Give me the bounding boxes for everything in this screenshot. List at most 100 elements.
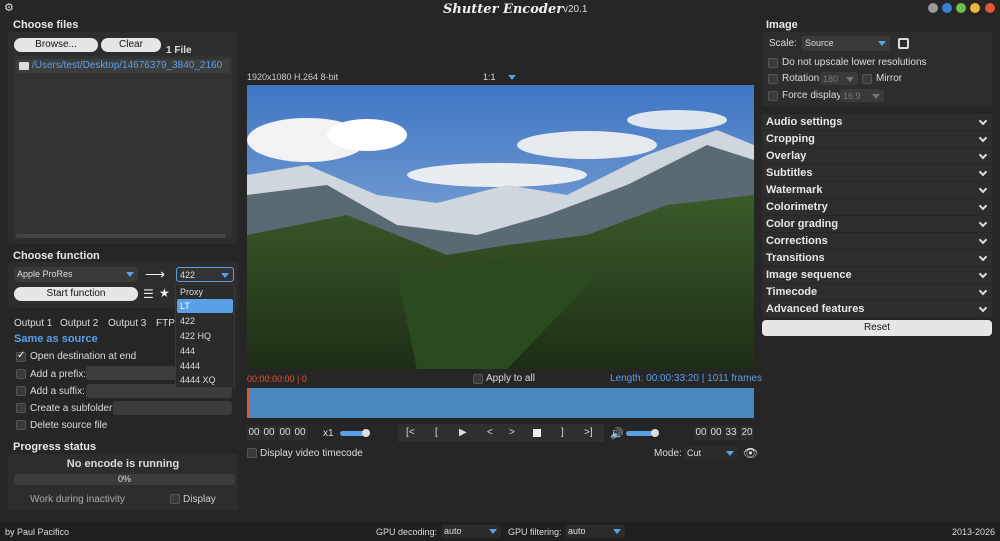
dropdown-item-lt[interactable]: LT [177,299,233,313]
display-label: Display [183,494,216,505]
open-destination-checkbox[interactable]: ✓ [16,350,26,362]
dropdown-item-422[interactable]: 422 [177,314,233,328]
force-display-select[interactable]: 16:9 [840,89,884,102]
crop-frame-icon[interactable] [898,38,909,49]
tab-output-1[interactable]: Output 1 [14,318,52,329]
close-icon[interactable] [985,3,995,13]
open-destination-label: Open destination at end [30,351,137,362]
section-label: Corrections [766,235,828,247]
subfolder-checkbox[interactable] [16,403,26,413]
section-audio-settings[interactable]: Audio settings [762,114,992,130]
section-overlay[interactable]: Overlay [762,148,992,164]
chevron-down-icon [978,235,988,245]
scale-select[interactable]: Source [802,36,890,51]
dropdown-item-4444[interactable]: 4444 [177,359,233,373]
gpu-filtering-label: GPU filtering: [508,527,562,537]
no-upscale-checkbox[interactable] [768,58,778,68]
set-in-button[interactable]: [ [435,427,438,438]
section-colorimetry[interactable]: Colorimetry [762,199,992,215]
prefix-checkbox[interactable] [16,369,26,379]
reset-button[interactable]: Reset [762,320,992,336]
volume-slider[interactable] [626,431,654,436]
file-list-scrollbar[interactable] [16,234,226,238]
browse-button[interactable]: Browse... [14,38,98,52]
waveform-timeline[interactable] [247,388,754,418]
chevron-down-icon [978,116,988,126]
star-icon[interactable]: ★ [159,287,170,299]
section-cropping[interactable]: Cropping [762,131,992,147]
tc-start-hours[interactable]: 00 [247,426,261,440]
chevron-down-icon [978,286,988,296]
gpu-decoding-value: auto [444,526,462,536]
apply-all-checkbox[interactable] [473,374,483,384]
dropdown-item-422hq[interactable]: 422 HQ [177,329,233,343]
section-transitions[interactable]: Transitions [762,250,992,266]
speed-slider-knob[interactable] [362,429,370,437]
rotation-select[interactable]: 180 [820,72,858,85]
tc-end-frames[interactable]: 20 [740,426,754,440]
volume-icon[interactable]: 🔊 [610,427,624,440]
mode-select[interactable]: Cut [684,446,738,460]
section-image-sequence[interactable]: Image sequence [762,267,992,283]
help-icon[interactable] [942,3,952,13]
play-icon[interactable]: ▶ [459,427,467,438]
tab-output-3[interactable]: Output 3 [108,318,146,329]
dropdown-item-4444xq[interactable]: 4444 XQ [177,373,233,387]
function-select[interactable]: Apple ProRes [14,267,138,282]
tc-start-frames[interactable]: 00 [293,426,307,440]
section-advanced-features[interactable]: Advanced features [762,301,992,317]
set-out-button[interactable]: ] [561,427,564,438]
go-start-button[interactable]: [< [406,427,415,438]
mirror-checkbox[interactable] [862,74,872,84]
tc-start-minutes[interactable]: 00 [262,426,276,440]
volume-slider-knob[interactable] [651,429,659,437]
dropdown-item-proxy[interactable]: Proxy [177,285,233,299]
next-frame-button[interactable]: > [509,427,515,438]
video-info: 1920x1080 H.264 8-bit [247,72,339,82]
tc-end-seconds[interactable]: 33 [724,426,738,440]
video-file-icon [19,62,29,70]
rotation-checkbox[interactable] [768,74,778,84]
eye-icon[interactable]: 👁 [743,446,758,460]
tc-end-minutes[interactable]: 00 [709,426,723,440]
tab-ftp[interactable]: FTP [156,318,175,329]
video-preview[interactable] [247,85,754,369]
destination-label[interactable]: Same as source [14,333,98,345]
display-timecode-checkbox[interactable] [247,448,257,458]
display-checkbox[interactable] [170,494,180,504]
go-end-button[interactable]: >] [584,427,593,438]
start-function-button[interactable]: Start function [14,287,138,301]
settings-gear-icon[interactable]: ⚙ [4,3,14,14]
gpu-filtering-select[interactable]: auto [565,525,625,538]
force-display-checkbox[interactable] [768,91,778,101]
section-timecode[interactable]: Timecode [762,284,992,300]
section-subtitles[interactable]: Subtitles [762,165,992,181]
stop-icon[interactable] [533,429,541,437]
section-label: Color grading [766,218,839,230]
prev-frame-button[interactable]: < [487,427,493,438]
tc-start-seconds[interactable]: 00 [278,426,292,440]
subfolder-input[interactable] [113,401,232,415]
file-list-item[interactable]: /Users/test/Desktop/14676379_3840_2160 [16,59,230,73]
section-corrections[interactable]: Corrections [762,233,992,249]
gpu-decoding-select[interactable]: auto [441,525,501,538]
tc-end-hours[interactable]: 00 [694,426,708,440]
section-watermark[interactable]: Watermark [762,182,992,198]
profile-select[interactable]: 422 [176,267,234,282]
suffix-label: Add a suffix: [30,386,85,397]
zoom-select[interactable]: 1:1 [480,70,520,84]
maximize-icon[interactable] [970,3,980,13]
section-color-grading[interactable]: Color grading [762,216,992,232]
suffix-checkbox[interactable] [16,386,26,396]
force-display-label: Force display: [782,90,845,101]
minimize-icon[interactable] [956,3,966,13]
timecode-in-value: 00:00:00:00 [247,374,295,384]
dropdown-item-444[interactable]: 444 [177,344,233,358]
file-list[interactable] [14,56,232,238]
info-icon[interactable] [928,3,938,13]
delete-source-checkbox[interactable] [16,420,26,430]
menu-icon[interactable]: ☰ [143,288,154,300]
chevron-down-icon [978,218,988,228]
clear-button[interactable]: Clear [101,38,161,52]
tab-output-2[interactable]: Output 2 [60,318,98,329]
